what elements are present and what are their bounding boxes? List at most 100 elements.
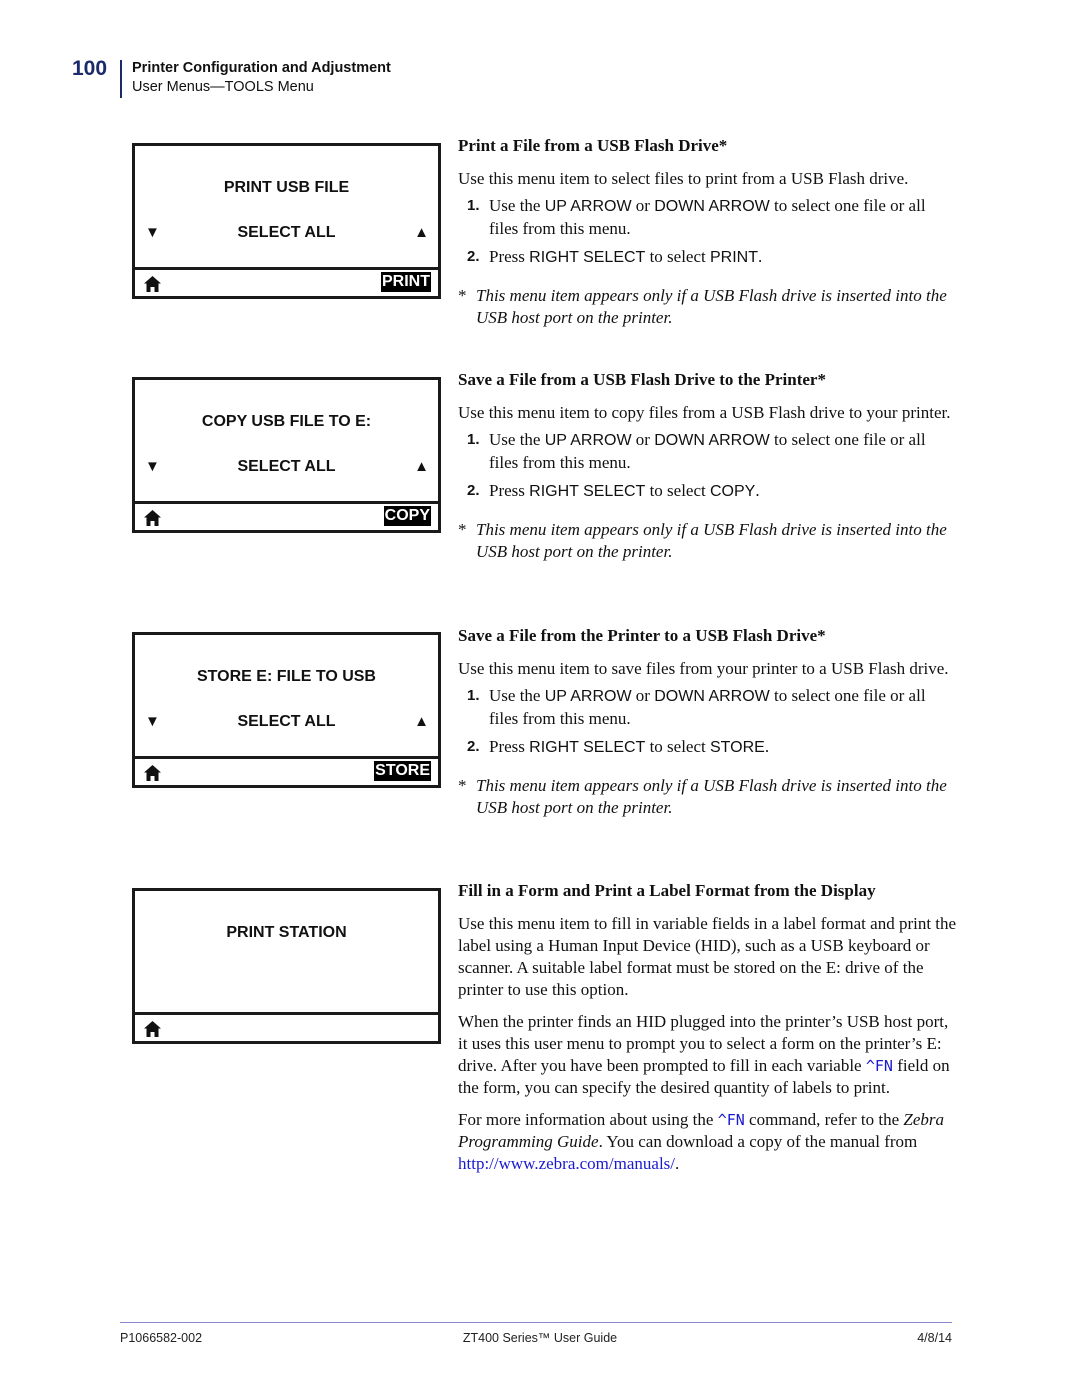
asterisk: *	[458, 286, 467, 305]
step-number: 2.	[467, 482, 480, 499]
steps-list: 1. Use the UP ARROW or DOWN ARROW to sele…	[458, 429, 958, 503]
section-intro: Use this menu item to save files from yo…	[458, 659, 949, 678]
print-softkey[interactable]: PRINT	[381, 272, 431, 292]
ui-term: DOWN ARROW	[654, 688, 770, 705]
ui-term: UP ARROW	[544, 688, 632, 705]
panel-main-area: PRINT USB FILE ▼ SELECT ALL ▲	[135, 146, 438, 270]
asterisk: *	[458, 520, 467, 539]
asterisk: *	[458, 776, 467, 795]
panel-title: STORE E: FILE TO USB	[197, 668, 376, 685]
section-paragraph: Use this menu item to fill in variable f…	[458, 914, 957, 999]
step-number: 2.	[467, 248, 480, 265]
ui-term: UP ARROW	[544, 432, 632, 449]
manuals-link[interactable]: http://www.zebra.com/manuals/	[458, 1154, 675, 1173]
panel-option-row: ▼ SELECT ALL ▲	[135, 713, 438, 733]
step-text: or	[631, 196, 655, 215]
steps-list: 1. Use the UP ARROW or DOWN ARROW to sele…	[458, 195, 958, 269]
section-print-usb-file: Print a File from a USB Flash Drive* Use…	[458, 135, 958, 329]
step-number: 2.	[467, 738, 480, 755]
step-text: to select	[645, 247, 710, 266]
ui-term: RIGHT SELECT	[529, 483, 646, 500]
copy-softkey[interactable]: COPY	[383, 506, 431, 526]
code-command: ^FN	[865, 1057, 893, 1075]
paragraph-text: . You can download a copy of the manual …	[598, 1132, 918, 1151]
display-panel-print-usb-file: PRINT USB FILE ▼ SELECT ALL ▲ PRINT	[132, 143, 441, 299]
footnote-text: This menu item appears only if a USB Fla…	[476, 286, 947, 327]
footnote-text: This menu item appears only if a USB Fla…	[476, 776, 947, 817]
section-heading: Save a File from a USB Flash Drive to th…	[458, 370, 826, 389]
step-item: 2. Press RIGHT SELECT to select STORE.	[458, 736, 958, 759]
steps-list: 1. Use the UP ARROW or DOWN ARROW to sele…	[458, 685, 958, 759]
step-text: or	[631, 430, 655, 449]
step-item: 1. Use the UP ARROW or DOWN ARROW to sele…	[458, 429, 958, 474]
panel-softkey-bar: STORE	[135, 759, 438, 785]
step-item: 2. Press RIGHT SELECT to select COPY.	[458, 480, 958, 503]
ui-term: UP ARROW	[544, 198, 632, 215]
up-arrow-icon[interactable]: ▲	[414, 224, 429, 241]
section-paragraph: When the printer finds an HID plugged in…	[458, 1011, 958, 1099]
display-panel-print-station: PRINT STATION	[132, 888, 441, 1044]
footnote: * This menu item appears only if a USB Fl…	[458, 519, 958, 563]
ui-term: PRINT	[710, 249, 758, 266]
section-store-file-to-usb: Save a File from the Printer to a USB Fl…	[458, 625, 958, 819]
section-heading: Print a File from a USB Flash Drive*	[458, 136, 728, 155]
section-heading: Save a File from the Printer to a USB Fl…	[458, 626, 826, 645]
step-number: 1.	[467, 687, 480, 704]
paragraph-text: For more information about using the	[458, 1110, 718, 1129]
section-intro: Use this menu item to select files to pr…	[458, 169, 909, 188]
step-text: .	[758, 247, 763, 266]
step-text: or	[631, 686, 655, 705]
home-icon[interactable]	[144, 1021, 161, 1037]
home-icon[interactable]	[144, 510, 161, 526]
step-text: Press	[489, 481, 530, 500]
code-command: ^FN	[717, 1111, 745, 1129]
step-item: 2. Press RIGHT SELECT to select PRINT.	[458, 246, 958, 269]
panel-softkey-bar	[135, 1015, 438, 1041]
panel-option: SELECT ALL	[237, 224, 336, 241]
ui-term: COPY	[710, 483, 756, 500]
home-icon[interactable]	[144, 276, 161, 292]
up-arrow-icon[interactable]: ▲	[414, 458, 429, 475]
ui-term: DOWN ARROW	[654, 432, 770, 449]
step-text: Use the	[489, 430, 545, 449]
panel-title: PRINT STATION	[226, 924, 347, 941]
paragraph-text: command, refer to the	[744, 1110, 904, 1129]
up-arrow-icon[interactable]: ▲	[414, 713, 429, 730]
step-text: Use the	[489, 196, 545, 215]
home-icon[interactable]	[144, 765, 161, 781]
section-heading: Fill in a Form and Print a Label Format …	[458, 881, 876, 900]
step-text: .	[755, 481, 760, 500]
chapter-title: Printer Configuration and Adjustment	[132, 60, 391, 76]
store-softkey[interactable]: STORE	[374, 761, 431, 781]
display-panel-store-file-to-usb: STORE E: FILE TO USB ▼ SELECT ALL ▲ STOR…	[132, 632, 441, 788]
step-text: Press	[489, 737, 530, 756]
footnote-text: This menu item appears only if a USB Fla…	[476, 520, 947, 561]
panel-main-area: STORE E: FILE TO USB ▼ SELECT ALL ▲	[135, 635, 438, 759]
panel-title: COPY USB FILE TO E:	[201, 413, 372, 430]
panel-softkey-bar: COPY	[135, 504, 438, 530]
panel-option: SELECT ALL	[237, 713, 336, 730]
step-text: to select	[645, 481, 710, 500]
display-panel-copy-usb-file: COPY USB FILE TO E: ▼ SELECT ALL ▲ COPY	[132, 377, 441, 533]
section-print-station: Fill in a Form and Print a Label Format …	[458, 880, 958, 1180]
step-text: Use the	[489, 686, 545, 705]
ui-term: DOWN ARROW	[654, 198, 770, 215]
section-intro: Use this menu item to copy files from a …	[458, 403, 951, 422]
panel-softkey-bar: PRINT	[135, 270, 438, 296]
panel-main-area: PRINT STATION	[135, 891, 438, 1015]
section-copy-usb-file: Save a File from a USB Flash Drive to th…	[458, 369, 958, 563]
paragraph-text: .	[675, 1154, 680, 1173]
step-number: 1.	[467, 197, 480, 214]
panel-option: SELECT ALL	[237, 458, 336, 475]
ui-term: RIGHT SELECT	[529, 249, 646, 266]
step-number: 1.	[467, 431, 480, 448]
step-text: .	[764, 737, 770, 756]
step-text: Press	[489, 247, 530, 266]
step-item: 1. Use the UP ARROW or DOWN ARROW to sele…	[458, 195, 958, 240]
panel-option-row: ▼ SELECT ALL ▲	[135, 224, 438, 244]
ui-term: RIGHT SELECT	[529, 739, 646, 756]
page-number: 100	[72, 57, 108, 80]
footnote: * This menu item appears only if a USB Fl…	[458, 285, 958, 329]
header-divider	[120, 60, 122, 98]
footer-rule	[120, 1322, 952, 1323]
